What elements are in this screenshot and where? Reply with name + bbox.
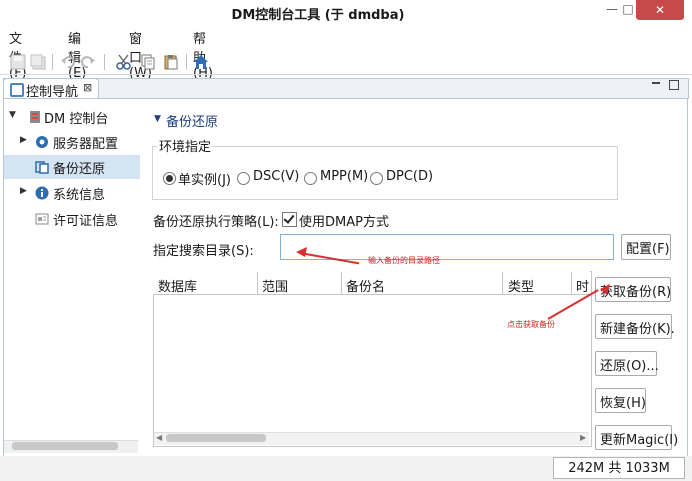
- restore-button[interactable]: 还原(O)...: [595, 351, 659, 376]
- save-icon[interactable]: [10, 54, 26, 70]
- memory-status[interactable]: 242M 共 1033M: [553, 457, 685, 479]
- annotation-input-hint: 输入备份的目录路径: [368, 256, 440, 265]
- tree-item-backup-restore[interactable]: 备份还原: [4, 155, 140, 179]
- new-backup-button[interactable]: 新建备份(K).: [595, 314, 675, 339]
- search-dir-input[interactable]: [280, 234, 614, 260]
- scroll-left-icon[interactable]: ◀: [156, 433, 162, 442]
- section-title: 备份还原: [166, 115, 219, 130]
- expand-icon[interactable]: ▶: [20, 186, 27, 196]
- col-scope[interactable]: 范围: [262, 276, 288, 295]
- view-minimize-icon[interactable]: [652, 82, 660, 86]
- col-backup-name[interactable]: 备份名: [346, 276, 385, 295]
- section-collapse-icon[interactable]: ▼: [154, 114, 161, 124]
- scroll-right-icon[interactable]: ▶: [580, 433, 586, 442]
- config-button[interactable]: 配置(F): [621, 234, 671, 260]
- radio-label-mpp[interactable]: MPP(M): [320, 169, 368, 184]
- table-scroll-thumb[interactable]: [166, 434, 266, 442]
- tree-item-system-info[interactable]: ▶ 系统信息: [4, 181, 140, 205]
- view-tab-bar: [3, 78, 689, 99]
- redo-icon[interactable]: [80, 54, 96, 70]
- toolbar: [0, 50, 692, 75]
- console-icon: [28, 110, 42, 124]
- env-legend: 环境指定: [157, 136, 214, 155]
- license-icon: [35, 212, 49, 226]
- annotation-arrowhead-input: [296, 247, 307, 257]
- backup-table[interactable]: [153, 271, 592, 447]
- update-magic-button[interactable]: 更新Magic(I): [595, 425, 678, 450]
- recover-button[interactable]: 恢复(H): [595, 388, 646, 413]
- radio-single-instance[interactable]: [163, 172, 176, 185]
- tree-item-license-info[interactable]: 许可证信息: [4, 207, 140, 231]
- collapse-icon[interactable]: ▼: [9, 110, 16, 120]
- tree-item-server-config[interactable]: ▶ 服务器配置: [4, 130, 140, 154]
- nav-view-icon: [10, 83, 24, 97]
- radio-dsc[interactable]: [237, 172, 250, 185]
- view-maximize-icon[interactable]: [669, 80, 679, 90]
- tree-root[interactable]: ▼ DM 控制台: [4, 105, 140, 129]
- tree-item-label: 许可证信息: [53, 214, 119, 229]
- backup-icon: [35, 160, 49, 174]
- dmap-checkbox-label[interactable]: 使用DMAP方式: [299, 211, 389, 230]
- col-type[interactable]: 类型: [508, 276, 534, 295]
- tree-item-label: 服务器配置: [53, 137, 119, 152]
- expand-icon[interactable]: ▶: [20, 135, 27, 145]
- radio-mpp[interactable]: [304, 172, 317, 185]
- info-icon: [35, 186, 49, 200]
- save-all-icon[interactable]: [30, 54, 46, 70]
- tab-control-nav[interactable]: 控制导航 ⊠: [3, 78, 99, 100]
- tab-close-icon[interactable]: ⊠: [83, 81, 92, 94]
- annotation-click-hint: 点击获取备份: [507, 320, 555, 329]
- strategy-label: 备份还原执行策略(L):: [153, 215, 279, 230]
- paste-icon[interactable]: [163, 54, 179, 70]
- radio-label-dsc[interactable]: DSC(V): [253, 169, 299, 184]
- copy-icon[interactable]: [140, 54, 156, 70]
- radio-label-dpc[interactable]: DPC(D): [386, 169, 433, 184]
- window-title: DM控制台工具 (于 dmdba): [231, 8, 405, 23]
- close-button[interactable]: ✕: [636, 0, 684, 20]
- tree-item-label: 系统信息: [53, 188, 106, 203]
- col-database[interactable]: 数据库: [158, 276, 197, 295]
- dmap-checkbox[interactable]: [282, 212, 297, 227]
- home-icon[interactable]: [193, 54, 209, 70]
- annotation-arrowhead-get: [600, 284, 610, 295]
- tree-root-label: DM 控制台: [44, 112, 109, 127]
- search-dir-label: 指定搜索目录(S):: [153, 244, 254, 259]
- tree-item-label: 备份还原: [53, 162, 106, 177]
- cut-icon[interactable]: [116, 54, 132, 70]
- nav-scroll-thumb[interactable]: [12, 442, 118, 450]
- gear-icon: [35, 135, 49, 149]
- radio-dpc[interactable]: [370, 172, 383, 185]
- undo-icon[interactable]: [60, 54, 76, 70]
- col-time[interactable]: 时: [576, 276, 589, 295]
- radio-label-single[interactable]: 单实例(J): [178, 169, 231, 188]
- nav-tree-panel: ▼ DM 控制台 ▶ 服务器配置 备份还原 ▶ 系统信息 许可证信息: [3, 98, 141, 457]
